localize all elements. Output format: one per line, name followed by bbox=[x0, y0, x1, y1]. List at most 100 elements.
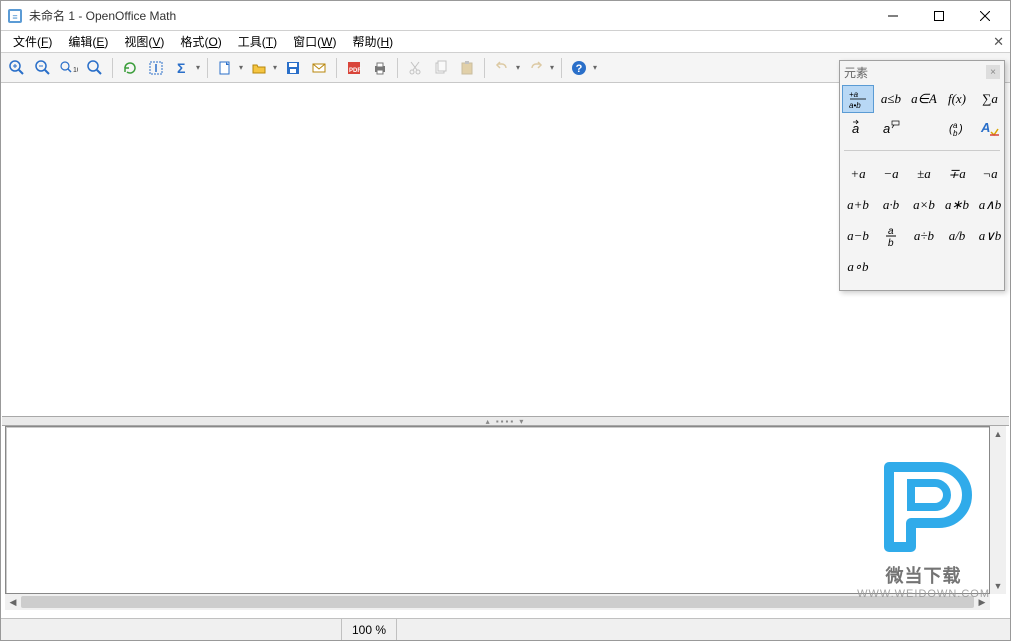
panel-divider bbox=[844, 150, 1000, 151]
svg-text:PDF: PDF bbox=[349, 68, 361, 74]
sigma-button[interactable]: Σ bbox=[170, 56, 194, 80]
command-editor[interactable] bbox=[5, 426, 990, 594]
formula-cursor-button[interactable] bbox=[144, 56, 168, 80]
scroll-thumb[interactable] bbox=[21, 596, 974, 608]
elements-header[interactable]: 元素 × bbox=[840, 61, 1004, 83]
app-icon: ≡ bbox=[7, 8, 23, 24]
op-minus-a[interactable]: −a bbox=[875, 159, 907, 189]
separator bbox=[336, 58, 337, 78]
elements-close-icon[interactable]: × bbox=[986, 65, 1000, 79]
op-a-minus-b[interactable]: a−b bbox=[842, 221, 874, 251]
menu-file[interactable]: 文件(F) bbox=[5, 31, 60, 52]
separator bbox=[561, 58, 562, 78]
pdf-button[interactable]: PDF bbox=[342, 56, 366, 80]
op-a-slash-b[interactable]: a/b bbox=[941, 221, 973, 251]
splitter-handle[interactable]: ▴ ▪▪▪▪ ▾ bbox=[2, 416, 1009, 426]
svg-text:a: a bbox=[883, 121, 890, 136]
redo-button bbox=[524, 56, 548, 80]
svg-text:a•b: a•b bbox=[849, 101, 861, 110]
svg-text:b: b bbox=[888, 238, 894, 247]
zoom-level[interactable]: 100 % bbox=[341, 619, 396, 640]
operator-grid: +a −a ±a ∓a ¬a a+b a·b a×b a∗b a∧b a−b a… bbox=[840, 157, 1004, 290]
window-title: 未命名 1 - OpenOffice Math bbox=[29, 7, 870, 24]
op-mp-a[interactable]: ∓a bbox=[941, 159, 973, 189]
zoom-out-button[interactable] bbox=[31, 56, 55, 80]
cat-operators[interactable]: ∑a bbox=[974, 85, 1006, 113]
new-dropdown[interactable]: ▾ bbox=[237, 63, 245, 72]
print-button[interactable] bbox=[368, 56, 392, 80]
zoom-in-button[interactable] bbox=[5, 56, 29, 80]
cat-unary-binary[interactable]: +a a•b bbox=[842, 85, 874, 113]
zoom-fit-button[interactable] bbox=[83, 56, 107, 80]
separator bbox=[484, 58, 485, 78]
op-a-times-b[interactable]: a×b bbox=[908, 190, 940, 220]
cat-set-ops[interactable]: a∈A bbox=[908, 85, 940, 113]
command-editor-wrap: ▲ ▼ ◀ ▶ bbox=[5, 426, 1006, 610]
cut-button bbox=[403, 56, 427, 80]
cat-others[interactable]: A bbox=[974, 114, 1006, 142]
open-dropdown[interactable]: ▾ bbox=[271, 63, 279, 72]
op-neg-a[interactable]: ¬a bbox=[974, 159, 1006, 189]
category-grid: +a a•b a≤b a∈A f(x) ∑a a a (ab) A bbox=[840, 83, 1004, 144]
menu-help[interactable]: 帮助(H) bbox=[344, 31, 401, 52]
op-pm-a[interactable]: ±a bbox=[908, 159, 940, 189]
scroll-left-icon[interactable]: ◀ bbox=[5, 594, 21, 610]
op-a-plus-b[interactable]: a+b bbox=[842, 190, 874, 220]
status-cell bbox=[396, 619, 417, 640]
document-close-icon[interactable]: ✕ bbox=[993, 34, 1004, 50]
horizontal-scrollbar[interactable]: ◀ ▶ bbox=[5, 594, 990, 610]
menu-tools[interactable]: 工具(T) bbox=[230, 31, 285, 52]
svg-text:): ) bbox=[957, 123, 963, 135]
close-button[interactable] bbox=[962, 1, 1008, 31]
cat-brackets[interactable]: a bbox=[875, 114, 907, 142]
menu-edit[interactable]: 编辑(E) bbox=[60, 31, 116, 52]
separator bbox=[207, 58, 208, 78]
elements-title: 元素 bbox=[844, 64, 868, 81]
op-a-circ-b[interactable]: a∘b bbox=[842, 252, 874, 282]
undo-dropdown: ▾ bbox=[514, 63, 522, 72]
svg-text:A: A bbox=[980, 120, 990, 135]
separator bbox=[397, 58, 398, 78]
help-button[interactable]: ? bbox=[567, 56, 591, 80]
op-plus-a[interactable]: +a bbox=[842, 159, 874, 189]
scroll-down-icon[interactable]: ▼ bbox=[990, 578, 1006, 594]
sigma-dropdown[interactable]: ▾ bbox=[194, 63, 202, 72]
cat-empty bbox=[908, 114, 940, 142]
op-a-over-b[interactable]: ab bbox=[875, 221, 907, 251]
maximize-button[interactable] bbox=[916, 1, 962, 31]
email-button[interactable] bbox=[307, 56, 331, 80]
status-bar: 100 % bbox=[1, 618, 1010, 640]
cat-attributes[interactable]: a bbox=[842, 114, 874, 142]
cat-relations[interactable]: a≤b bbox=[875, 85, 907, 113]
svg-text:100: 100 bbox=[73, 67, 78, 74]
vertical-scrollbar[interactable]: ▲ ▼ bbox=[990, 426, 1006, 594]
op-a-and-b[interactable]: a∧b bbox=[974, 190, 1006, 220]
menu-format[interactable]: 格式(O) bbox=[172, 31, 229, 52]
zoom-100-button[interactable]: 100 bbox=[57, 56, 81, 80]
svg-text:b: b bbox=[953, 129, 958, 138]
op-a-div-b[interactable]: a÷b bbox=[908, 221, 940, 251]
new-button[interactable] bbox=[213, 56, 237, 80]
svg-text:?: ? bbox=[576, 63, 583, 75]
cat-formats[interactable]: (ab) bbox=[941, 114, 973, 142]
svg-text:≡: ≡ bbox=[12, 12, 17, 22]
elements-panel: 元素 × +a a•b a≤b a∈A f(x) ∑a a a (ab) A +a… bbox=[839, 60, 1005, 291]
title-bar: ≡ 未命名 1 - OpenOffice Math bbox=[1, 1, 1010, 31]
scroll-right-icon[interactable]: ▶ bbox=[974, 594, 990, 610]
save-button[interactable] bbox=[281, 56, 305, 80]
open-button[interactable] bbox=[247, 56, 271, 80]
cat-functions[interactable]: f(x) bbox=[941, 85, 973, 113]
svg-text:a: a bbox=[888, 226, 894, 237]
svg-text:+a: +a bbox=[849, 90, 859, 99]
menu-view[interactable]: 视图(V) bbox=[116, 31, 172, 52]
redo-dropdown: ▾ bbox=[548, 63, 556, 72]
scroll-up-icon[interactable]: ▲ bbox=[990, 426, 1006, 442]
op-a-or-b[interactable]: a∨b bbox=[974, 221, 1006, 251]
minimize-button[interactable] bbox=[870, 1, 916, 31]
op-a-ast-b[interactable]: a∗b bbox=[941, 190, 973, 220]
help-dropdown[interactable]: ▾ bbox=[591, 63, 599, 72]
copy-button bbox=[429, 56, 453, 80]
op-a-cdot-b[interactable]: a·b bbox=[875, 190, 907, 220]
refresh-button[interactable] bbox=[118, 56, 142, 80]
menu-window[interactable]: 窗口(W) bbox=[285, 31, 344, 52]
